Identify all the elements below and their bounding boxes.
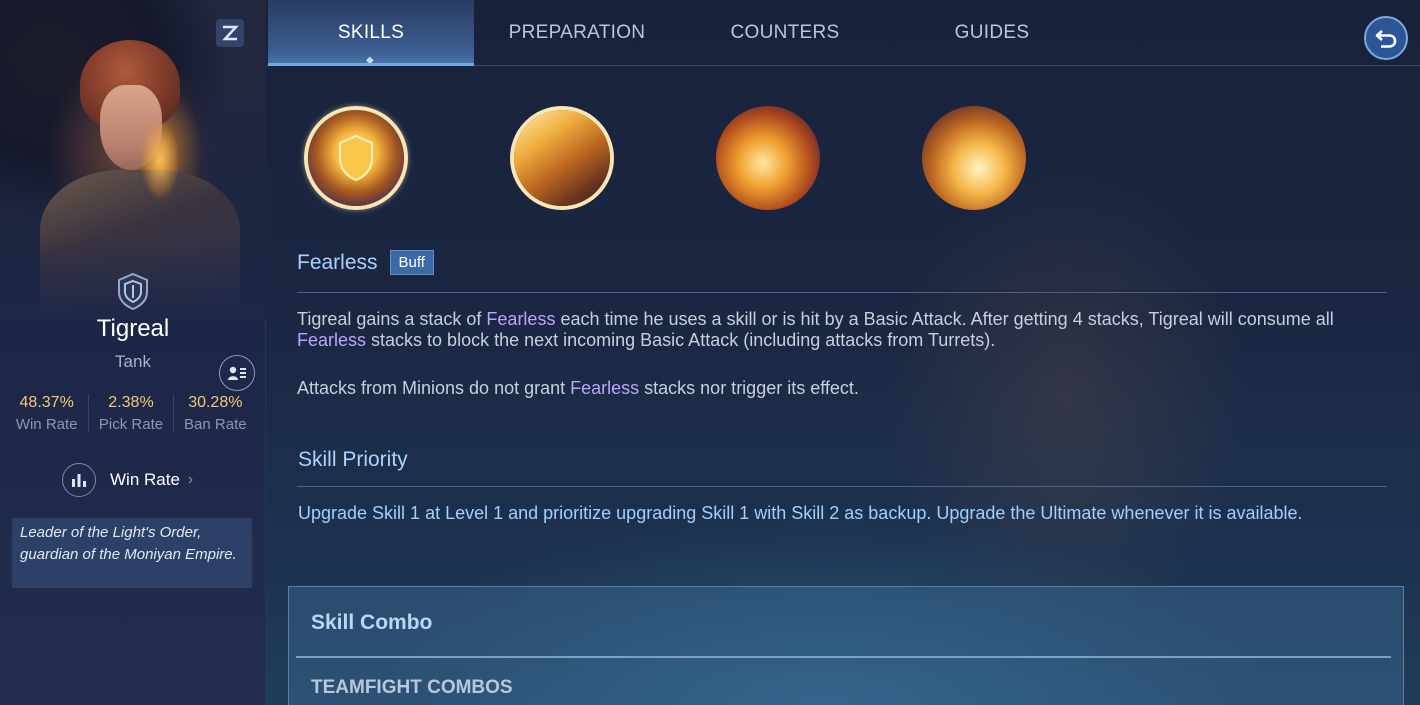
desc-text: stacks to block the next incoming Basic … — [366, 330, 996, 350]
divider — [297, 486, 1387, 487]
stat-value: 48.37% — [19, 394, 74, 411]
stat-value: 30.28% — [188, 394, 243, 411]
desc-text: Attacks from Minions do not grant — [297, 378, 571, 398]
skill-2-icon[interactable] — [716, 106, 820, 210]
skill-note: Attacks from Minions do not grant Fearle… — [297, 378, 1377, 399]
skill-priority-title: Skill Priority — [298, 448, 408, 471]
win-rate-link-label: Win Rate — [110, 470, 180, 489]
main-panel: SKILLS ◆ PREPARATION COUNTERS GUIDES Fea… — [266, 0, 1420, 705]
shield-icon — [116, 272, 150, 311]
tab-preparation[interactable]: PREPARATION — [474, 0, 680, 66]
hero-name: Tigreal — [96, 315, 170, 342]
keyword-highlight: Fearless — [570, 378, 640, 398]
return-arrow-icon — [1375, 30, 1397, 48]
tab-bar: SKILLS ◆ PREPARATION COUNTERS GUIDES — [266, 0, 1420, 66]
tab-label: COUNTERS — [730, 22, 840, 43]
stat-win-rate: 48.37% Win Rate — [5, 394, 90, 433]
divider — [297, 292, 1387, 293]
tab-label: GUIDES — [954, 22, 1030, 43]
chevron-right-icon: › — [187, 471, 194, 488]
divider — [296, 656, 1391, 658]
stat-ban-rate: 30.28% Ban Rate — [174, 394, 257, 433]
desc-text: each time he uses a skill or is hit by a… — [555, 309, 1334, 329]
app-logo-icon[interactable] — [216, 19, 244, 47]
keyword-highlight: Fearless — [486, 309, 556, 329]
hero-sidebar: Tigreal Tank 48.37% Win Rate 2.38% Pick … — [0, 0, 266, 705]
stat-label: Pick Rate — [98, 416, 164, 433]
tab-guides[interactable]: GUIDES — [889, 0, 1095, 66]
tab-counters[interactable]: COUNTERS — [682, 0, 888, 66]
skill-priority-text: Upgrade Skill 1 at Level 1 and prioritiz… — [298, 503, 1303, 523]
skill-combo-panel: Skill Combo TEAMFIGHT COMBOS — [288, 586, 1404, 705]
skill-combo-title: Skill Combo — [311, 611, 433, 634]
stat-label: Ban Rate — [184, 416, 247, 433]
win-rate-link[interactable]: Win Rate › — [62, 463, 193, 497]
back-button[interactable] — [1364, 16, 1408, 60]
hero-stats: 48.37% Win Rate 2.38% Pick Rate 30.28% B… — [5, 394, 257, 433]
stat-label: Win Rate — [15, 416, 78, 433]
skill-name: Fearless — [297, 250, 378, 274]
active-tab-indicator-icon: ◆ — [366, 55, 374, 66]
bar-chart-icon — [62, 463, 96, 497]
profile-card-icon[interactable] — [219, 355, 255, 391]
skill-description: Tigreal gains a stack of Fearless each t… — [297, 309, 1377, 351]
skill-1-icon[interactable] — [510, 106, 614, 210]
stat-value: 2.38% — [108, 394, 154, 411]
tab-skills[interactable]: SKILLS ◆ — [268, 0, 474, 66]
keyword-highlight: Fearless — [297, 330, 367, 350]
skill-header: Fearless Buff — [297, 250, 434, 275]
tab-label: PREPARATION — [508, 22, 646, 43]
tab-label: SKILLS — [337, 22, 405, 43]
skill-ultimate-icon[interactable] — [922, 106, 1026, 210]
skill-passive-icon[interactable] — [304, 106, 408, 210]
hero-lore: Leader of the Light's Order, guardian of… — [12, 518, 252, 588]
skill-type-badge: Buff — [389, 250, 434, 275]
desc-text: Tigreal gains a stack of — [297, 309, 487, 329]
combo-section-title: TEAMFIGHT COMBOS — [311, 677, 513, 698]
desc-text: stacks nor trigger its effect. — [639, 378, 859, 398]
stat-pick-rate: 2.38% Pick Rate — [89, 394, 174, 433]
